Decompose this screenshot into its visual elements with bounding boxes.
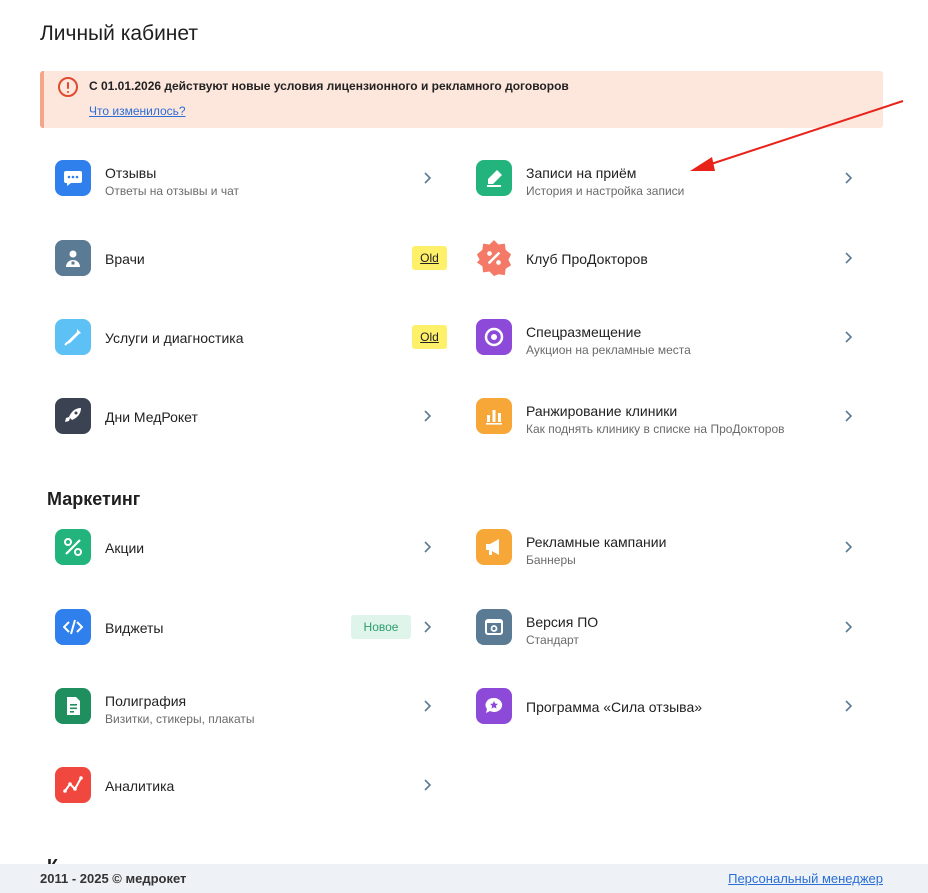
menu-item-title: Врачи — [105, 251, 145, 267]
chevron-right-icon — [421, 620, 435, 634]
menu-item-appointments[interactable]: Записи на приём История и настройка запи… — [461, 148, 861, 208]
menu-item-medrocket-days[interactable]: Дни МедРокет — [40, 386, 440, 446]
chevron-right-icon — [842, 171, 856, 185]
page-title: Личный кабинет — [40, 22, 198, 45]
menu-item-title: Услуги и диагностика — [105, 330, 244, 346]
menu-item-subtitle: Аукцион на рекламные места — [526, 343, 691, 357]
menu-item-title: Программа «Сила отзыва» — [526, 699, 703, 715]
menu-item-placement[interactable]: Спецразмещение Аукцион на рекламные мест… — [461, 307, 861, 367]
syringe-icon — [55, 319, 91, 355]
document-icon — [55, 688, 91, 724]
menu-item-title: Клуб ПроДокторов — [526, 251, 648, 267]
menu-item-title: Акции — [105, 540, 145, 556]
pen-icon — [476, 160, 512, 196]
chevron-right-icon — [842, 251, 856, 265]
old-badge[interactable]: Old — [412, 246, 447, 270]
chevron-right-icon — [421, 540, 435, 554]
menu-item-title: Рекламные кампании — [526, 534, 667, 550]
menu-item-campaigns[interactable]: Рекламные кампании Баннеры — [461, 517, 861, 577]
menu-item-reviews[interactable]: Отзывы Ответы на отзывы и чат — [40, 148, 440, 208]
menu-item-subtitle: Баннеры — [526, 553, 576, 567]
menu-item-printing[interactable]: Полиграфия Визитки, стикеры, плакаты — [40, 676, 440, 736]
menu-item-version[interactable]: Версия ПО Стандарт — [461, 597, 861, 657]
menu-item-subtitle: Ответы на отзывы и чат — [105, 184, 239, 198]
section-title-marketing: Маркетинг — [47, 489, 141, 509]
chevron-right-icon — [842, 409, 856, 423]
chevron-right-icon — [842, 540, 856, 554]
chevron-right-icon — [842, 699, 856, 713]
menu-item-club[interactable]: Клуб ПроДокторов — [461, 228, 861, 288]
warning-icon — [58, 77, 78, 97]
chat-star-icon — [476, 688, 512, 724]
copyright-text: 2011 - 2025 © медрокет — [40, 871, 187, 886]
chevron-right-icon — [421, 778, 435, 792]
menu-item-services[interactable]: Услуги и диагностика Old — [40, 307, 447, 367]
menu-item-subtitle: Визитки, стикеры, плакаты — [105, 712, 255, 726]
menu-item-title: Отзывы — [105, 165, 157, 181]
megaphone-icon — [476, 529, 512, 565]
old-badge[interactable]: Old — [412, 325, 447, 349]
menu-item-promos[interactable]: Акции — [40, 517, 440, 577]
chevron-right-icon — [421, 699, 435, 713]
rocket-icon — [55, 398, 91, 434]
chevron-right-icon — [842, 330, 856, 344]
notice-text: С 01.01.2026 действуют новые условия лиц… — [89, 79, 569, 93]
bar-chart-icon — [476, 398, 512, 434]
percent-badge-icon — [476, 240, 512, 276]
menu-item-title: Ранжирование клиники — [526, 403, 678, 419]
menu-item-subtitle: Как поднять клинику в списке на ПроДокто… — [526, 422, 785, 436]
menu-item-title: Записи на приём — [526, 165, 637, 181]
settings-window-icon — [476, 609, 512, 645]
chat-icon — [55, 160, 91, 196]
menu-item-title: Дни МедРокет — [105, 409, 198, 425]
menu-item-title: Аналитика — [105, 778, 175, 794]
footer: 2011 - 2025 © медрокет Персональный мене… — [0, 864, 928, 893]
menu-item-ranking[interactable]: Ранжирование клиники Как поднять клинику… — [461, 386, 861, 446]
code-icon — [55, 609, 91, 645]
menu-item-subtitle: История и настройка записи — [526, 184, 685, 198]
menu-item-title: Версия ПО — [526, 614, 599, 630]
what-changed-link[interactable]: Что изменилось? — [89, 104, 186, 118]
menu-item-review-power[interactable]: Программа «Сила отзыва» — [461, 676, 861, 736]
chevron-right-icon — [842, 620, 856, 634]
chevron-right-icon — [421, 409, 435, 423]
menu-item-title: Виджеты — [105, 620, 164, 636]
menu-item-title: Полиграфия — [105, 693, 187, 709]
menu-item-title: Спецразмещение — [526, 324, 642, 340]
menu-item-widgets[interactable]: Виджеты Новое — [40, 597, 440, 657]
menu-item-doctors[interactable]: Врачи Old — [40, 228, 447, 288]
doctor-icon — [55, 240, 91, 276]
percent-icon — [55, 529, 91, 565]
menu-item-analytics[interactable]: Аналитика — [40, 755, 440, 815]
line-chart-icon — [55, 767, 91, 803]
personal-manager-link[interactable]: Персональный менеджер — [728, 871, 883, 886]
notice-banner: С 01.01.2026 действуют новые условия лиц… — [40, 71, 883, 128]
target-icon — [476, 319, 512, 355]
menu-item-subtitle: Стандарт — [526, 633, 579, 647]
chevron-right-icon — [421, 171, 435, 185]
new-badge: Новое — [351, 615, 411, 639]
